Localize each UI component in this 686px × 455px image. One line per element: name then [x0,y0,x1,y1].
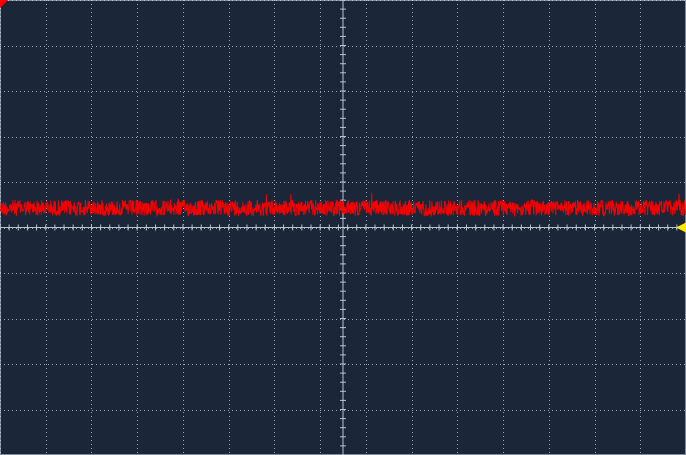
oscilloscope-screen [0,0,686,455]
oscilloscope-display[interactable] [0,0,686,455]
